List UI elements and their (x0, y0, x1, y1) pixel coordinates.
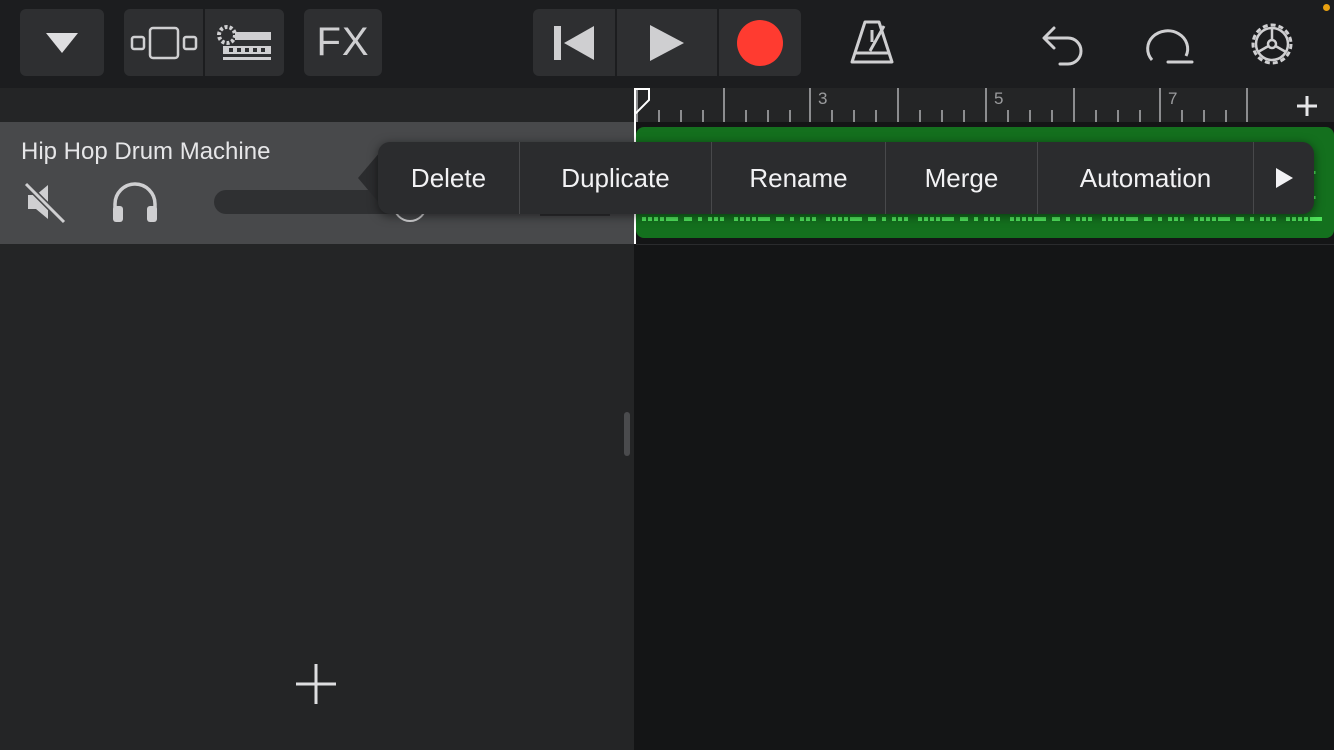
ruler-label: 5 (994, 89, 1004, 108)
pane-resize-handle[interactable] (624, 412, 630, 456)
settings-button[interactable] (1246, 18, 1298, 70)
record-button[interactable] (719, 9, 801, 76)
mixer-icon (216, 24, 271, 60)
browser-button[interactable] (20, 9, 104, 76)
triangle-down-icon (46, 32, 78, 53)
fx-button[interactable]: FX (304, 9, 382, 76)
ruler-label: 7 (1168, 89, 1178, 108)
menu-item-label: Rename (749, 162, 848, 193)
status-indicator-dot (1323, 4, 1330, 11)
fx-label: FX (316, 20, 370, 64)
go-to-beginning-icon (554, 25, 594, 60)
menu-item-rename[interactable]: Rename (712, 142, 886, 214)
context-menu-pointer (358, 152, 380, 204)
plus-icon (1297, 96, 1317, 116)
menu-item-duplicate[interactable]: Duplicate (520, 142, 712, 214)
transport-controls (533, 9, 801, 76)
undo-icon (1042, 26, 1083, 66)
metronome-button[interactable] (846, 18, 898, 68)
menu-item-merge[interactable]: Merge (886, 142, 1038, 214)
undo-button[interactable] (1040, 22, 1086, 66)
loop-browser-button[interactable] (1142, 20, 1194, 66)
region-context-menu: Delete Duplicate Rename Merge Automation (378, 142, 1314, 214)
menu-item-label: Delete (410, 162, 487, 193)
play-button[interactable] (617, 9, 717, 76)
timeline-ruler[interactable]: 3 5 7 (636, 88, 1278, 122)
loop-browser-icon (1146, 29, 1194, 64)
mixer-button[interactable] (205, 9, 284, 76)
midi-notes-row (642, 217, 1326, 221)
record-icon (737, 19, 783, 66)
menu-item-label: Duplicate (561, 162, 670, 193)
go-to-beginning-button[interactable] (533, 9, 615, 76)
lane-divider (636, 244, 1334, 245)
ruler-add-section (1278, 88, 1334, 122)
view-controls-group (124, 9, 284, 76)
track-name: Hip Hop Drum Machine (21, 138, 271, 165)
ruler-label: 3 (818, 89, 828, 108)
tracks-view-icon (130, 26, 198, 59)
menu-item-delete[interactable]: Delete (378, 142, 520, 214)
headphones-icon (113, 182, 157, 222)
speaker-muted-icon (23, 181, 67, 225)
settings-gear-icon (1251, 23, 1293, 65)
track-header-top-strip (0, 88, 634, 122)
plus-icon (296, 664, 336, 704)
top-toolbar: FX (0, 0, 1334, 88)
menu-more-button[interactable] (1254, 142, 1314, 214)
play-icon (650, 24, 684, 61)
menu-item-automation[interactable]: Automation (1038, 142, 1254, 214)
solo-button[interactable] (110, 180, 160, 224)
menu-item-label: Merge (924, 162, 999, 193)
metronome-icon (850, 20, 894, 64)
mute-button[interactable] (22, 180, 68, 225)
menu-item-label: Automation (1079, 162, 1212, 193)
add-section-button[interactable] (1296, 95, 1318, 117)
add-track-button[interactable] (294, 662, 338, 706)
tracks-view-button[interactable] (124, 9, 202, 76)
triangle-right-icon (1276, 168, 1293, 188)
playhead-handle[interactable] (634, 88, 650, 115)
